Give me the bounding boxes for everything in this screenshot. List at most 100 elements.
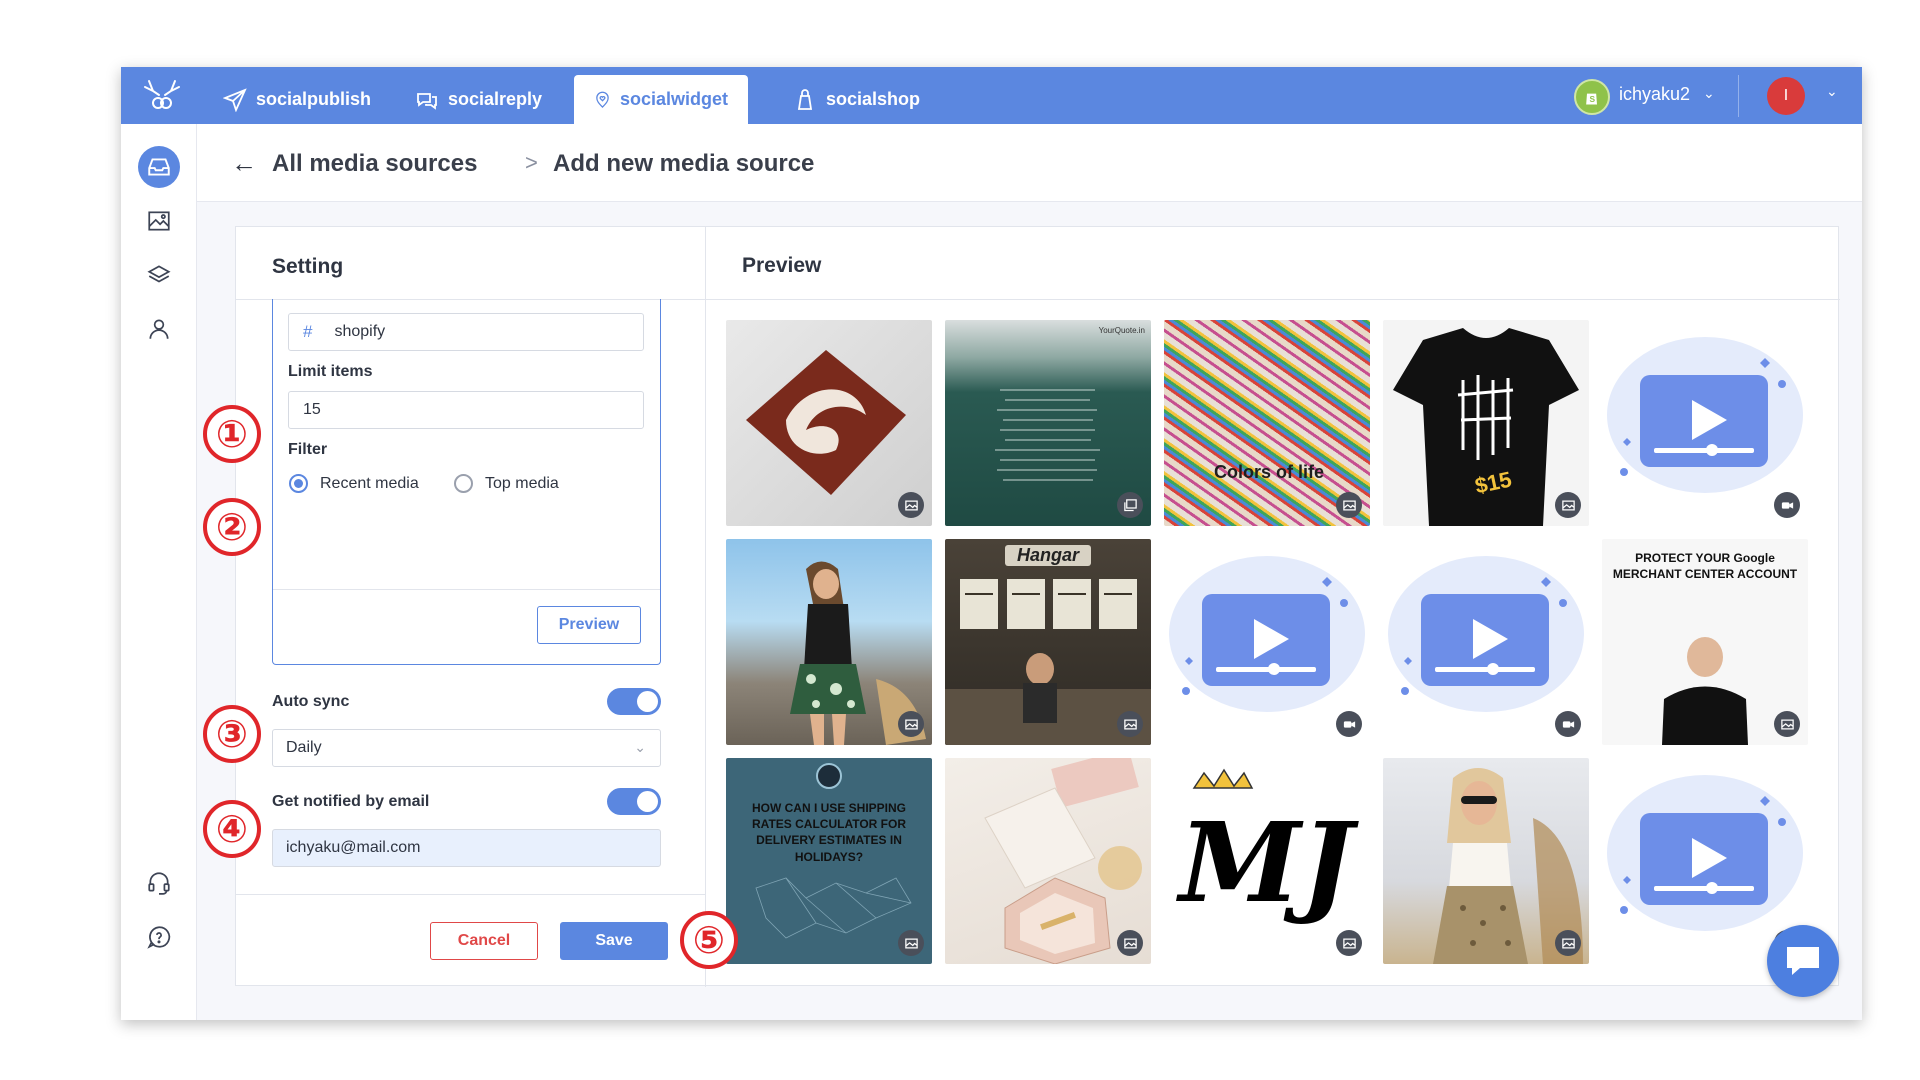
image-type-icon (1117, 930, 1143, 956)
tab-socialshop[interactable]: socialshop (773, 75, 940, 124)
source-options-box: # shopify Limit items 15 Filter Recent m… (272, 299, 661, 665)
divider (273, 589, 660, 590)
hashtag-value: shopify (334, 323, 386, 340)
image-type-icon (1555, 492, 1581, 518)
media-thumb-shipping-map[interactable]: HOW CAN I USE SHIPPING RATES CALCULATOR … (726, 758, 932, 964)
media-thumb-jewelry-box[interactable] (945, 758, 1151, 964)
setting-title: Setting (272, 255, 344, 278)
limit-items-label: Limit items (288, 363, 373, 380)
media-thumb-ocean-quote[interactable]: YourQuote.in (945, 320, 1151, 526)
video-type-icon (1336, 711, 1362, 737)
inbox-icon (148, 158, 170, 176)
chevron-right-icon: > (525, 150, 538, 175)
store-name[interactable]: ichyaku2 (1619, 84, 1690, 105)
setting-panel: Setting # shopify Limit items 15 Filter … (236, 227, 706, 987)
media-thumb-mj-logo[interactable]: MJ (1164, 758, 1370, 964)
annotation-marker-3: ③ (203, 705, 261, 763)
sidebar-item-sources[interactable] (138, 146, 180, 188)
video-type-icon (1774, 492, 1800, 518)
image-type-icon (1336, 930, 1362, 956)
media-thumb-video[interactable] (1602, 320, 1808, 526)
media-thumb-cafe[interactable]: Hangar (945, 539, 1151, 745)
divider (1738, 75, 1739, 117)
media-thumb-woman-fashion[interactable] (1383, 758, 1589, 964)
image-gallery-icon (148, 211, 170, 231)
back-arrow-icon[interactable]: ← (231, 148, 257, 179)
preview-grid: YourQuote.in Colors of life $15 Hangar P… (726, 320, 1836, 980)
tab-socialpublish[interactable]: socialpublish (203, 75, 391, 124)
annotation-marker-1: ① (203, 405, 261, 463)
radio-selected-icon (289, 474, 308, 493)
select-value: Daily (286, 739, 322, 756)
shopping-bag-icon (797, 88, 813, 110)
image-type-icon (1555, 930, 1581, 956)
svg-text:S: S (1590, 94, 1596, 104)
layers-icon (147, 265, 171, 283)
sidebar-item-help[interactable] (138, 916, 180, 958)
divider (706, 299, 1840, 300)
chevron-down-icon[interactable]: ⌄ (1703, 85, 1715, 102)
annotation-marker-5: ⑤ (680, 911, 738, 969)
media-thumb-pillow[interactable] (726, 320, 932, 526)
gallery-type-icon (1117, 492, 1143, 518)
sidebar (121, 124, 197, 1020)
chevron-down-icon[interactable]: ⌄ (1826, 83, 1838, 100)
user-avatar[interactable]: I (1767, 77, 1805, 115)
tab-label: socialreply (448, 89, 543, 109)
heart-pin-icon (596, 91, 609, 108)
chevron-down-icon: ⌄ (634, 739, 646, 755)
cancel-button[interactable]: Cancel (430, 922, 538, 960)
page-title: Add new media source (553, 150, 815, 177)
media-thumb-google-merchant[interactable]: PROTECT YOUR Google MERCHANT CENTER ACCO… (1602, 539, 1808, 745)
save-button[interactable]: Save (560, 922, 668, 960)
media-thumb-paint-splatter[interactable]: Colors of life (1164, 320, 1370, 526)
annotation-marker-4: ④ (203, 800, 261, 858)
radio-top-media[interactable]: Top media (454, 474, 559, 493)
sidebar-item-media[interactable] (138, 200, 180, 242)
image-type-icon (898, 492, 924, 518)
image-type-icon (898, 930, 924, 956)
tab-socialreply[interactable]: socialreply (395, 75, 562, 124)
auto-sync-toggle[interactable] (607, 688, 661, 715)
tab-socialwidget[interactable]: socialwidget (574, 75, 748, 124)
radio-unselected-icon (454, 474, 473, 493)
preview-button[interactable]: Preview (537, 606, 641, 644)
image-type-icon (1336, 492, 1362, 518)
sidebar-item-layers[interactable] (138, 254, 180, 296)
media-thumb-video[interactable] (1602, 758, 1808, 964)
media-thumb-video[interactable] (1383, 539, 1589, 745)
sync-frequency-select[interactable]: Daily ⌄ (272, 729, 661, 767)
headset-icon (148, 872, 170, 895)
live-chat-button[interactable] (1767, 925, 1839, 997)
tab-label: socialshop (826, 89, 921, 109)
sign-text: Hangar (1005, 545, 1091, 566)
tab-label: socialpublish (256, 89, 372, 109)
email-field[interactable]: ichyaku@mail.com (272, 829, 661, 867)
media-thumb-tshirt[interactable]: $15 (1383, 320, 1589, 526)
media-thumb-video[interactable] (1164, 539, 1370, 745)
image-type-icon (1117, 711, 1143, 737)
antler-logo-icon[interactable] (141, 77, 183, 113)
notify-email-toggle[interactable] (607, 788, 661, 815)
watermark-text: YourQuote.in (1098, 326, 1145, 335)
limit-items-input[interactable]: 15 (288, 391, 644, 429)
logo-text: MJ (1179, 798, 1353, 927)
help-circle-icon (147, 926, 171, 949)
preview-title: Preview (742, 254, 822, 277)
media-source-card: Setting # shopify Limit items 15 Filter … (235, 226, 1840, 987)
sidebar-item-support[interactable] (138, 862, 180, 904)
image-type-icon (1774, 711, 1800, 737)
app-window: socialpublish socialreply socialwidget s… (121, 67, 1862, 1020)
shopify-store-icon[interactable]: S (1574, 79, 1610, 115)
auto-sync-label: Auto sync (272, 693, 350, 710)
notify-email-label: Get notified by email (272, 793, 430, 810)
paper-plane-icon (223, 87, 247, 112)
hashtag-input[interactable]: # shopify (288, 313, 644, 351)
radio-recent-media[interactable]: Recent media (289, 474, 419, 493)
breadcrumb-parent-link[interactable]: All media sources (272, 150, 477, 178)
media-thumb-beach-woman[interactable] (726, 539, 932, 745)
filter-label: Filter (288, 441, 328, 458)
breadcrumb: ← All media sources > Add new media sour… (197, 124, 1862, 202)
hashtag-icon: # (303, 322, 313, 341)
sidebar-item-account[interactable] (138, 308, 180, 350)
